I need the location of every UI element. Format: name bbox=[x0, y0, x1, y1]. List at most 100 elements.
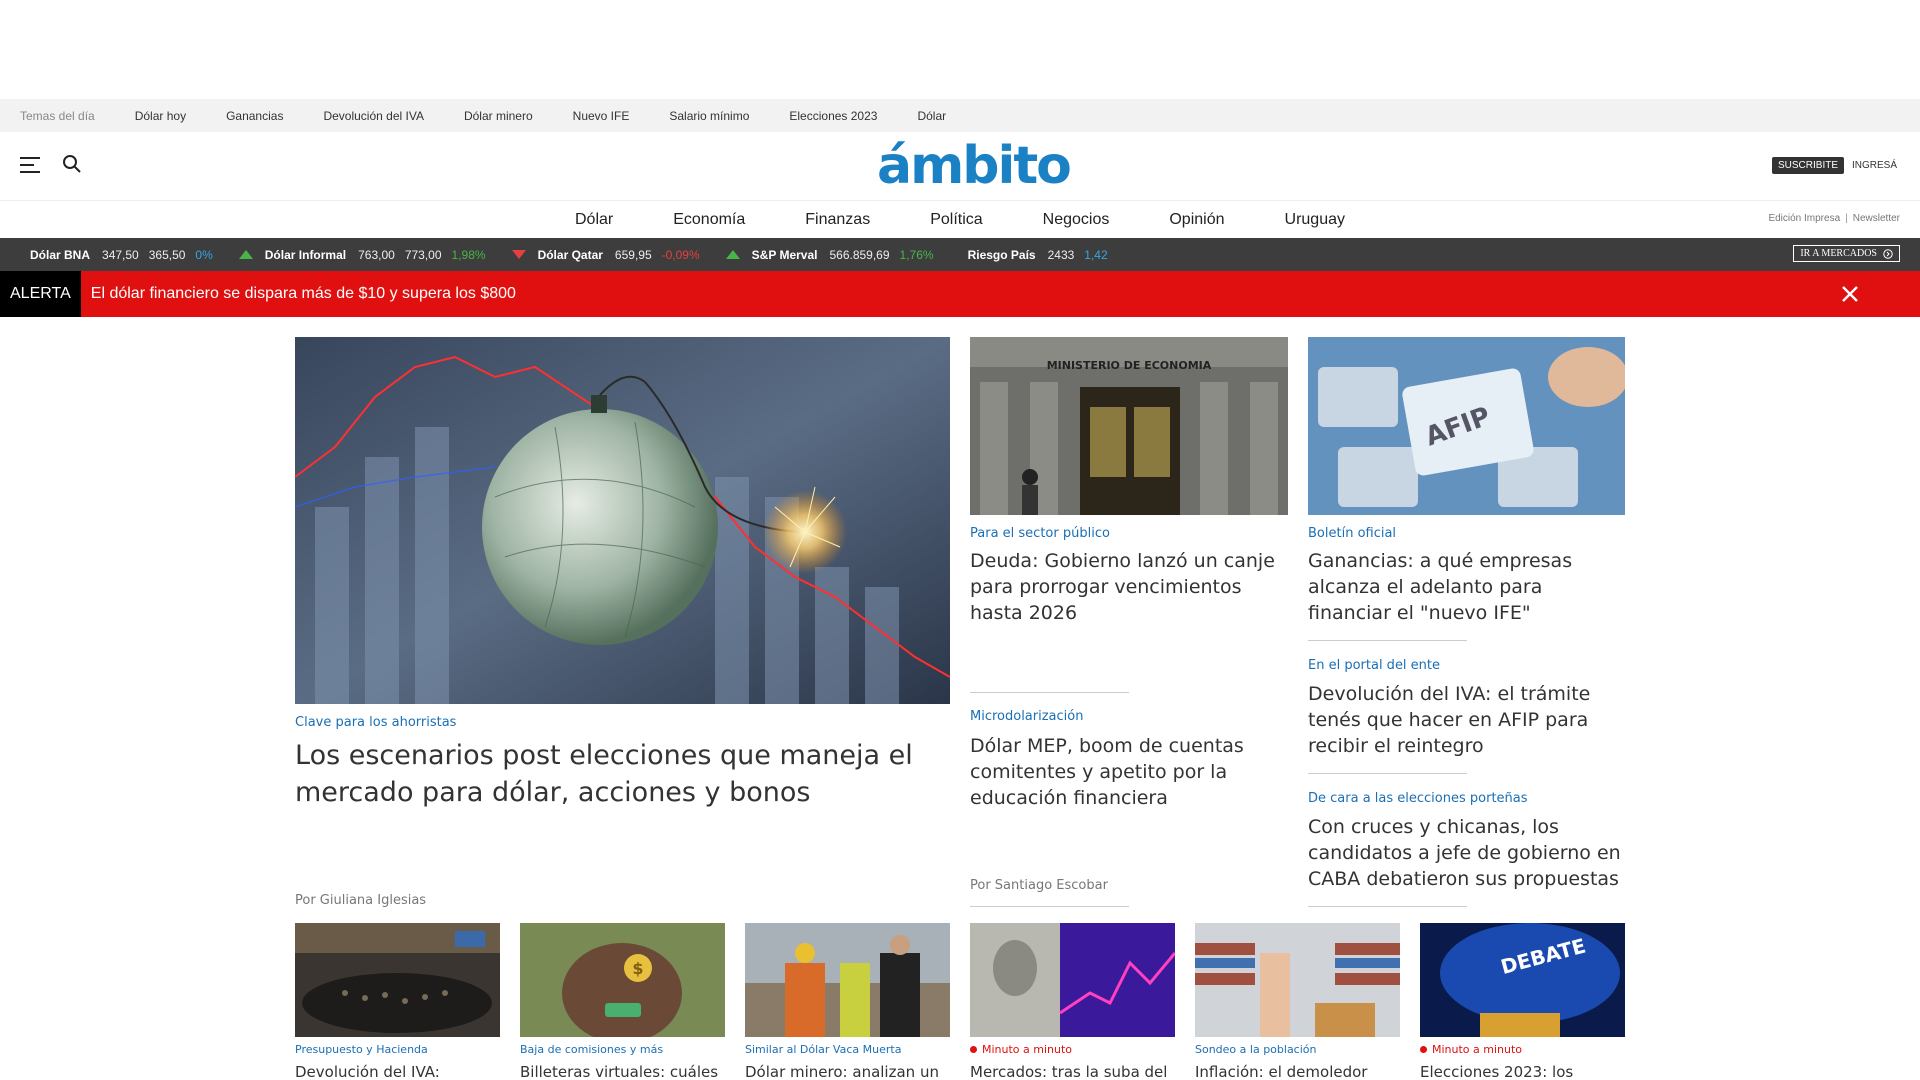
story-headline[interactable]: Ganancias: a qué empresas alcanza el ade… bbox=[1308, 548, 1625, 626]
topic-dolar-minero[interactable]: Dólar minero bbox=[464, 109, 533, 123]
ticker-name: Dólar Informal bbox=[264, 247, 347, 262]
story-kicker[interactable]: Para el sector público bbox=[970, 526, 1110, 541]
ticker-name: Dólar BNA bbox=[30, 247, 91, 262]
nav-economia[interactable]: Economía bbox=[673, 211, 745, 229]
topic-salario-minimo[interactable]: Salario mínimo bbox=[669, 109, 749, 123]
topic-ganancias[interactable]: Ganancias bbox=[226, 109, 283, 123]
ticker-change: -0,09% bbox=[661, 247, 700, 262]
trend-up-icon bbox=[238, 250, 253, 259]
story-image-congress[interactable] bbox=[295, 923, 500, 1037]
site-header: ámbito SUSCRIBITE INGRESÁ bbox=[0, 132, 1920, 200]
trend-down-icon bbox=[511, 250, 526, 259]
divider bbox=[1308, 906, 1467, 907]
nav-uruguay[interactable]: Uruguay bbox=[1285, 211, 1345, 229]
story-kicker[interactable]: Microdolarización bbox=[970, 709, 1083, 724]
chevron-right-icon bbox=[1883, 248, 1893, 259]
search-icon[interactable] bbox=[62, 154, 82, 174]
edicion-impresa-link[interactable]: Edición Impresa bbox=[1768, 213, 1840, 224]
main-story-kicker[interactable]: Clave para los ahorristas bbox=[295, 715, 456, 730]
trend-up-icon bbox=[725, 250, 740, 259]
story-headline[interactable]: Elecciones 2023: los bbox=[1420, 1063, 1573, 1080]
story-kicker[interactable]: Boletín oficial bbox=[1308, 526, 1396, 541]
story-headline[interactable]: Deuda: Gobierno lanzó un canje para pror… bbox=[970, 548, 1288, 626]
topic-dolar-hoy[interactable]: Dólar hoy bbox=[135, 109, 186, 123]
live-kicker-label: Minuto a minuto bbox=[1432, 1043, 1523, 1056]
alert-banner[interactable]: ALERTA El dólar financiero se dispara má… bbox=[0, 271, 1920, 317]
ticker-value: 566.859,69 bbox=[829, 247, 890, 262]
ticker-name: S&P Merval bbox=[751, 247, 818, 262]
story-kicker[interactable]: Sondeo a la población bbox=[1195, 1043, 1317, 1056]
ticker-name: Dólar Qatar bbox=[537, 247, 603, 262]
story-image-ministerio[interactable]: MINISTERIO DE ECONOMIA bbox=[970, 337, 1288, 515]
story-headline[interactable]: Devolución del IVA: el trámite tenés que… bbox=[1308, 681, 1625, 759]
topic-devolucion-iva[interactable]: Devolución del IVA bbox=[323, 109, 424, 123]
ticker-value: 763,00 bbox=[358, 247, 395, 262]
nav-dolar[interactable]: Dólar bbox=[575, 211, 613, 229]
nav-politica[interactable]: Política bbox=[930, 211, 982, 229]
ir-a-mercados-label: IR A MERCADOS bbox=[1800, 248, 1877, 259]
main-story-byline: Por Giuliana Iglesias bbox=[295, 893, 427, 908]
story-image-afip-keyboard[interactable]: AFIP bbox=[1308, 337, 1625, 515]
subscribe-button[interactable]: SUSCRIBITE bbox=[1772, 157, 1845, 174]
ticker-change: 0% bbox=[195, 247, 213, 262]
ticker-value: 2433 bbox=[1047, 247, 1075, 262]
nav-opinion[interactable]: Opinión bbox=[1169, 211, 1224, 229]
newsletter-link[interactable]: Newsletter bbox=[1853, 213, 1900, 224]
nav-finanzas[interactable]: Finanzas bbox=[805, 211, 870, 229]
live-kicker[interactable]: Minuto a minuto bbox=[970, 1043, 1072, 1056]
login-link[interactable]: INGRESÁ bbox=[1852, 160, 1897, 171]
main-story-image[interactable] bbox=[295, 337, 950, 704]
story-headline[interactable]: Con cruces y chicanas, los candidatos a … bbox=[1308, 814, 1625, 892]
nav-negocios[interactable]: Negocios bbox=[1043, 211, 1110, 229]
close-icon[interactable] bbox=[1840, 284, 1860, 304]
topics-bar: Temas del día Dólar hoy Ganancias Devolu… bbox=[0, 99, 1920, 132]
market-ticker: Dólar BNA 347,50 365,50 0% Dólar Informa… bbox=[0, 238, 1920, 271]
story-headline[interactable]: Billeteras virtuales: cuáles bbox=[520, 1063, 718, 1080]
story-kicker[interactable]: Similar al Dólar Vaca Muerta bbox=[745, 1043, 901, 1056]
story-headline[interactable]: Mercados: tras la suba del bbox=[970, 1063, 1167, 1080]
story-image-dollar-chart[interactable] bbox=[970, 923, 1175, 1037]
ticker-item[interactable]: Dólar BNA 347,50 365,50 0% bbox=[30, 248, 213, 262]
divider bbox=[970, 906, 1129, 907]
story-headline[interactable]: Dólar MEP, boom de cuentas comitentes y … bbox=[970, 733, 1288, 811]
story-headline[interactable]: Dólar minero: analizan un bbox=[745, 1063, 939, 1080]
live-kicker-label: Minuto a minuto bbox=[982, 1043, 1073, 1056]
ministerio-sign: MINISTERIO DE ECONOMIA bbox=[1047, 359, 1212, 372]
topic-elecciones-2023[interactable]: Elecciones 2023 bbox=[789, 109, 877, 123]
alert-text[interactable]: El dólar financiero se dispara más de $1… bbox=[91, 285, 516, 303]
main-story-headline[interactable]: Los escenarios post elecciones que manej… bbox=[295, 737, 935, 811]
live-dot-icon bbox=[1420, 1046, 1427, 1053]
ticker-item[interactable]: Dólar Qatar 659,95 -0,09% bbox=[511, 247, 700, 262]
topics-heading: Temas del día bbox=[20, 108, 95, 123]
story-image-mining[interactable] bbox=[745, 923, 950, 1037]
story-headline[interactable]: Devolución del IVA: bbox=[295, 1063, 440, 1080]
story-image-wallet[interactable]: $ bbox=[520, 923, 725, 1037]
story-kicker[interactable]: En el portal del ente bbox=[1308, 658, 1440, 673]
story-image-debate[interactable]: DEBATE bbox=[1420, 923, 1625, 1037]
ticker-name: Riesgo País bbox=[967, 247, 1036, 262]
topic-dolar[interactable]: Dólar bbox=[917, 109, 946, 123]
story-kicker[interactable]: Baja de comisiones y más bbox=[520, 1043, 663, 1056]
ticker-item[interactable]: S&P Merval 566.859,69 1,76% bbox=[725, 247, 934, 262]
ticker-item[interactable]: Riesgo País 2433 1,42 bbox=[968, 248, 1108, 262]
site-logo[interactable]: ámbito bbox=[877, 136, 1072, 196]
alert-tag: ALERTA bbox=[0, 271, 81, 317]
story-byline: Por Santiago Escobar bbox=[970, 878, 1108, 893]
story-image-supermarket[interactable] bbox=[1195, 923, 1400, 1037]
ticker-change: 1,76% bbox=[899, 247, 934, 262]
story-kicker[interactable]: Presupuesto y Hacienda bbox=[295, 1043, 428, 1056]
hamburger-menu-icon[interactable] bbox=[20, 156, 40, 174]
ticker-value: 347,50 bbox=[102, 247, 139, 262]
topic-nuevo-ife[interactable]: Nuevo IFE bbox=[573, 109, 630, 123]
live-dot-icon bbox=[970, 1046, 977, 1053]
live-kicker[interactable]: Minuto a minuto bbox=[1420, 1043, 1522, 1056]
ticker-item[interactable]: Dólar Informal 763,00 773,00 1,98% bbox=[238, 247, 486, 262]
ir-a-mercados-button[interactable]: IR A MERCADOS bbox=[1793, 245, 1900, 262]
ad-space bbox=[0, 0, 1920, 99]
edition-links: Edición Impresa | Newsletter bbox=[1768, 213, 1900, 224]
story-headline[interactable]: Inflación: el demoledor bbox=[1195, 1063, 1367, 1080]
ticker-value: 659,95 bbox=[614, 247, 652, 262]
ticker-change: 1,42 bbox=[1084, 247, 1108, 262]
section-nav: Dólar Economía Finanzas Política Negocio… bbox=[0, 200, 1920, 238]
story-kicker[interactable]: De cara a las elecciones porteñas bbox=[1308, 791, 1528, 806]
